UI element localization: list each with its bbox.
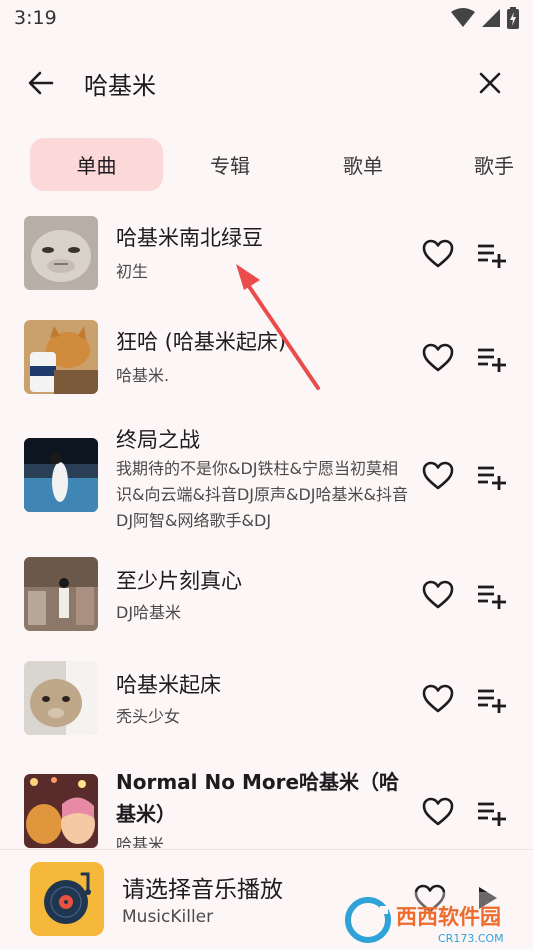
playlist-add-icon: [478, 244, 506, 268]
song-cover: [24, 438, 98, 512]
favorite-button[interactable]: [420, 458, 456, 494]
watermark-brand: 西西软件园: [396, 905, 501, 929]
song-title: 终局之战: [116, 428, 200, 452]
player-cover: [30, 862, 104, 936]
signal-icon: [482, 9, 500, 27]
tab-albums[interactable]: 专辑: [185, 138, 275, 191]
clear-search-button[interactable]: [471, 64, 509, 102]
song-artist: 哈基米: [116, 835, 165, 848]
search-input[interactable]: 哈基米: [84, 66, 156, 101]
playlist-add-icon: [478, 348, 506, 372]
song-cover: [24, 320, 98, 394]
vinyl-record-icon: [44, 872, 91, 924]
song-cover: [24, 216, 98, 290]
player-title: 请选择音乐播放: [122, 877, 283, 903]
heart-outline-icon: [422, 580, 454, 609]
playlist-add-icon: [478, 802, 506, 826]
add-to-queue-button[interactable]: [474, 458, 510, 494]
song-title: 狂哈 (哈基米起床): [116, 330, 287, 354]
song-artist: 秃头少女: [116, 707, 181, 726]
status-time: 3:19: [14, 7, 57, 29]
status-icons: [451, 7, 519, 29]
song-item[interactable]: Normal No More哈基米（哈基米） 哈基米: [0, 766, 533, 848]
tab-singles[interactable]: 单曲: [30, 138, 163, 191]
status-bar: 3:19: [0, 0, 533, 36]
song-cover: [24, 557, 98, 631]
song-title: 哈基米起床: [116, 673, 221, 697]
song-cover: [24, 661, 98, 735]
song-item[interactable]: 终局之战 我期待的不是你&DJ铁柱&宁愿当初莫相识&向云端&抖音DJ原声&DJ哈…: [0, 424, 533, 554]
heart-outline-icon: [422, 239, 454, 268]
song-artist: 我期待的不是你&DJ铁柱&宁愿当初莫相识&向云端&抖音DJ原声&DJ哈基米&抖音…: [116, 459, 408, 530]
song-artist: DJ哈基米: [116, 603, 182, 622]
heart-outline-icon: [422, 343, 454, 372]
add-to-queue-button[interactable]: [474, 681, 510, 717]
close-icon: [479, 72, 501, 94]
favorite-button[interactable]: [420, 236, 456, 272]
battery-icon: [507, 7, 519, 29]
favorite-button[interactable]: [420, 794, 456, 830]
song-artist: 初生: [116, 262, 149, 281]
add-to-queue-button[interactable]: [474, 236, 510, 272]
tab-bar: 单曲 专辑 歌单 歌手: [0, 138, 533, 194]
playlist-add-icon: [478, 689, 506, 713]
heart-outline-icon: [422, 797, 454, 826]
favorite-button[interactable]: [420, 340, 456, 376]
song-list: 哈基米南北绿豆 初生 狂哈 (哈基米起床) 哈基米. 终局之战 我期待的不是你&…: [0, 202, 533, 848]
song-title: 至少片刻真心: [116, 569, 242, 593]
song-item[interactable]: 哈基米起床 秃头少女: [0, 647, 533, 747]
arrow-left-icon: [28, 71, 54, 95]
song-item[interactable]: 至少片刻真心 DJ哈基米: [0, 543, 533, 643]
tab-artists[interactable]: 歌手: [460, 138, 533, 191]
add-to-queue-button[interactable]: [474, 340, 510, 376]
song-title: 哈基米南北绿豆: [116, 226, 263, 250]
song-item[interactable]: 哈基米南北绿豆 初生: [0, 202, 533, 302]
song-artist: 哈基米.: [116, 366, 170, 385]
favorite-button[interactable]: [420, 681, 456, 717]
tab-playlists[interactable]: 歌单: [318, 138, 408, 191]
playlist-add-icon: [478, 585, 506, 609]
back-button[interactable]: [22, 64, 60, 102]
player-artist: MusicKiller: [122, 907, 214, 927]
add-to-queue-button[interactable]: [474, 577, 510, 613]
watermark-logo: 西西软件园 CR173.COM: [340, 892, 533, 948]
song-item[interactable]: 狂哈 (哈基米起床) 哈基米.: [0, 306, 533, 406]
song-title: Normal No More哈基米（哈基米）: [116, 770, 400, 826]
add-to-queue-button[interactable]: [474, 794, 510, 830]
heart-outline-icon: [422, 461, 454, 490]
song-cover: [24, 774, 98, 848]
search-bar: 哈基米: [0, 50, 533, 116]
playlist-add-icon: [478, 466, 506, 490]
wifi-icon: [451, 8, 475, 27]
watermark-site: CR173.COM: [438, 932, 504, 945]
heart-outline-icon: [422, 684, 454, 713]
favorite-button[interactable]: [420, 577, 456, 613]
